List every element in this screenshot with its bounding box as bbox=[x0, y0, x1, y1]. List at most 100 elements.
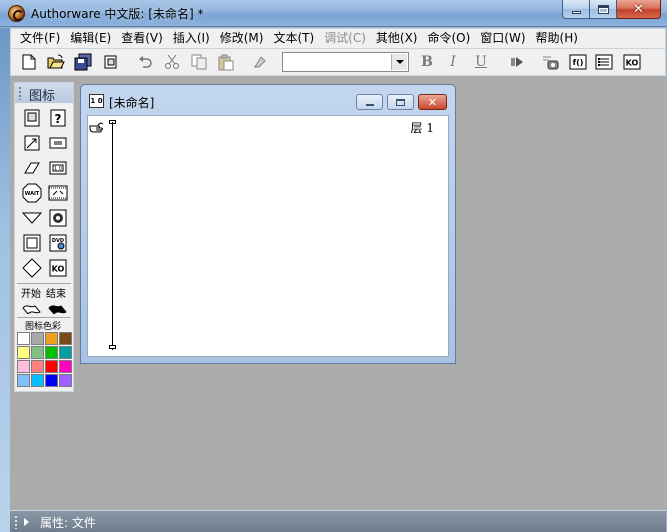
maximize-button[interactable] bbox=[590, 0, 617, 19]
design-maximize-button[interactable] bbox=[387, 94, 414, 110]
start-flag-icon[interactable] bbox=[22, 298, 42, 318]
color-swatch[interactable] bbox=[31, 332, 44, 345]
desktop-strip bbox=[0, 28, 10, 532]
color-swatch[interactable] bbox=[45, 346, 58, 359]
color-swatch[interactable] bbox=[17, 374, 30, 387]
svg-text:1 0: 1 0 bbox=[54, 166, 62, 172]
icon-palette-title: 图标 bbox=[29, 89, 56, 104]
knowledge-objects-icon: KO bbox=[623, 54, 641, 70]
import-icon bbox=[104, 55, 117, 69]
bold-button[interactable]: B bbox=[417, 52, 437, 72]
digital-movie-icon[interactable] bbox=[48, 183, 68, 203]
undo-icon bbox=[139, 56, 152, 68]
color-swatch[interactable] bbox=[31, 346, 44, 359]
open-file-button[interactable] bbox=[46, 52, 66, 72]
end-flag-icon[interactable] bbox=[48, 298, 68, 318]
menu-commands[interactable]: 命令(O) bbox=[422, 29, 475, 48]
color-swatch[interactable] bbox=[17, 360, 30, 373]
expand-arrow-icon[interactable] bbox=[24, 518, 29, 526]
functions-button[interactable]: f() bbox=[568, 52, 588, 72]
minimize-icon bbox=[365, 103, 374, 106]
design-window: 1 0 [未命名] ✕ 层 1 bbox=[80, 84, 456, 364]
find-button[interactable] bbox=[250, 52, 270, 72]
display-icon[interactable] bbox=[22, 108, 42, 128]
menu-xtras[interactable]: 其他(X) bbox=[371, 29, 423, 48]
menu-debug[interactable]: 调试(C) bbox=[319, 29, 371, 48]
color-swatch[interactable] bbox=[17, 346, 30, 359]
menu-modify[interactable]: 修改(M) bbox=[215, 29, 269, 48]
menu-text[interactable]: 文本(T) bbox=[268, 29, 319, 48]
design-close-button[interactable]: ✕ bbox=[418, 94, 447, 110]
navigate-icon[interactable] bbox=[22, 208, 42, 228]
cut-button[interactable] bbox=[162, 52, 182, 72]
wait-icon[interactable]: WAIT bbox=[22, 183, 42, 203]
run-icon bbox=[511, 57, 523, 67]
svg-text:KO: KO bbox=[626, 59, 639, 68]
minimize-icon bbox=[571, 10, 581, 14]
close-icon: ✕ bbox=[633, 1, 644, 17]
color-swatch[interactable] bbox=[17, 332, 30, 345]
svg-text:?: ? bbox=[55, 112, 62, 126]
authorware-app-icon[interactable] bbox=[8, 5, 25, 22]
run-button[interactable] bbox=[507, 52, 527, 72]
properties-bar[interactable]: 属性: 文件 bbox=[10, 510, 666, 532]
framework-icon[interactable] bbox=[22, 233, 42, 253]
window-title: Authorware 中文版: [未命名] * bbox=[31, 7, 204, 21]
text-style-combo[interactable] bbox=[282, 52, 409, 72]
interaction-icon[interactable]: ? bbox=[48, 108, 68, 128]
menu-insert[interactable]: 插入(I) bbox=[168, 29, 215, 48]
color-swatch[interactable] bbox=[59, 332, 72, 345]
find-icon bbox=[254, 56, 266, 68]
color-swatch[interactable] bbox=[45, 360, 58, 373]
underline-label: U bbox=[475, 54, 487, 70]
calculation-icon[interactable] bbox=[48, 133, 68, 153]
grip-icon[interactable] bbox=[14, 515, 18, 529]
minimize-button[interactable] bbox=[562, 0, 590, 19]
combo-dropdown-button[interactable] bbox=[391, 54, 407, 70]
color-swatch[interactable] bbox=[45, 332, 58, 345]
video-icon[interactable]: DVD bbox=[48, 233, 68, 253]
menu-window[interactable]: 窗口(W) bbox=[475, 29, 530, 48]
undo-button[interactable] bbox=[135, 52, 155, 72]
save-all-icon bbox=[74, 53, 92, 71]
color-swatch[interactable] bbox=[59, 360, 72, 373]
italic-button[interactable]: I bbox=[443, 52, 463, 72]
design-minimize-button[interactable] bbox=[356, 94, 383, 110]
copy-button[interactable] bbox=[189, 52, 209, 72]
knowledge-object-icon[interactable]: KO bbox=[48, 258, 68, 278]
color-swatch[interactable] bbox=[31, 360, 44, 373]
color-swatch[interactable] bbox=[45, 374, 58, 387]
color-swatch[interactable] bbox=[31, 374, 44, 387]
title-bar: Authorware 中文版: [未命名] * ✕ bbox=[0, 0, 667, 27]
motion-icon[interactable] bbox=[22, 133, 42, 153]
color-swatch[interactable] bbox=[59, 374, 72, 387]
variables-button[interactable] bbox=[594, 52, 614, 72]
sound-icon[interactable] bbox=[48, 208, 68, 228]
color-swatch[interactable] bbox=[59, 346, 72, 359]
workspace: 图标 ? 1 0 WAIT DVD KO 开始 结束 图标色彩 1 0 [未命名… bbox=[10, 76, 666, 510]
variables-icon bbox=[595, 54, 613, 70]
new-file-icon bbox=[22, 54, 36, 70]
map-icon[interactable]: 1 0 bbox=[48, 158, 68, 178]
icon-palette-header[interactable]: 图标 bbox=[15, 83, 73, 104]
save-all-button[interactable] bbox=[73, 52, 93, 72]
menu-edit[interactable]: 编辑(E) bbox=[65, 29, 116, 48]
flowline-canvas[interactable]: 层 1 bbox=[87, 115, 449, 357]
control-panel-icon bbox=[543, 56, 559, 70]
bold-label: B bbox=[421, 54, 433, 70]
paste-button[interactable] bbox=[216, 52, 236, 72]
italic-label: I bbox=[450, 54, 456, 70]
grip-icon[interactable] bbox=[18, 86, 22, 100]
close-button[interactable]: ✕ bbox=[617, 0, 661, 19]
erase-icon[interactable] bbox=[22, 158, 42, 178]
flowline-end-marker bbox=[109, 345, 116, 349]
menu-file[interactable]: 文件(F) bbox=[15, 29, 65, 48]
knowledge-objects-button[interactable]: KO bbox=[622, 52, 642, 72]
underline-button[interactable]: U bbox=[471, 52, 491, 72]
decision-icon[interactable] bbox=[22, 258, 42, 278]
import-button[interactable] bbox=[101, 52, 121, 72]
new-file-button[interactable] bbox=[19, 52, 39, 72]
menu-help[interactable]: 帮助(H) bbox=[531, 29, 583, 48]
control-panel-button[interactable] bbox=[541, 52, 561, 72]
menu-view[interactable]: 查看(V) bbox=[116, 29, 168, 48]
